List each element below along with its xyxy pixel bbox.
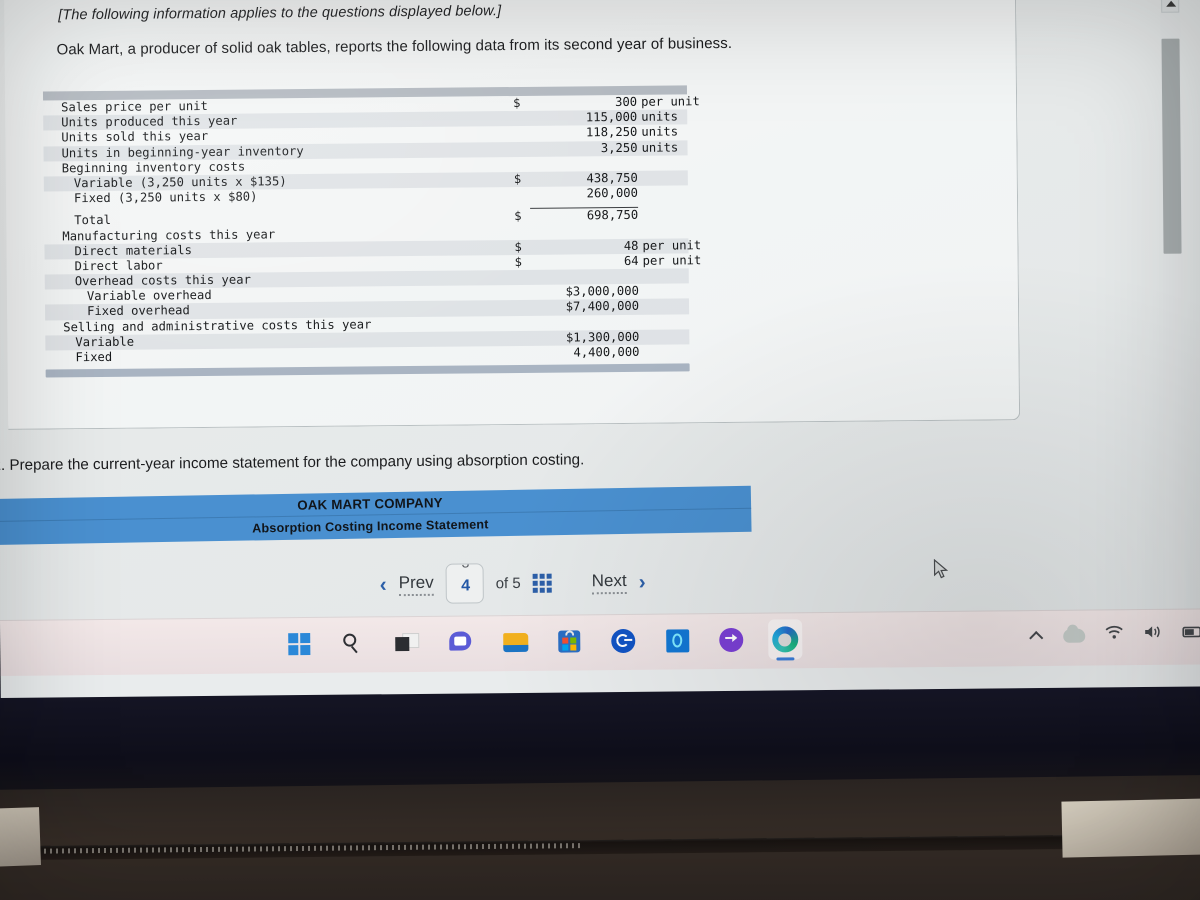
blue-app-icon [665,628,689,653]
question-prompt: 2. Prepare the current-year income state… [0,451,585,475]
table-row-unit: per unit [641,94,700,109]
search-button[interactable] [336,623,370,663]
table-row-label: Overhead costs this year [74,272,251,289]
table-row-value: 698,750 [586,208,639,223]
windows-logo-icon [288,632,311,656]
browser-viewport: [The following information applies to th… [0,0,1200,624]
table-row-currency: $ [513,171,522,186]
system-tray [1030,623,1200,646]
table-row-unit: per unit [642,253,702,268]
cloud-icon[interactable] [1063,628,1086,643]
battery-icon[interactable] [1182,624,1200,643]
table-row-value: $3,000,000 [565,284,639,299]
table-row-currency: $ [514,254,523,269]
table-row-value: 438,750 [586,170,638,186]
table-row-value: 3,250 [600,140,638,155]
table-row-unit: units [641,140,679,155]
chevron-up-icon[interactable] [1030,630,1044,640]
table-row-value: 260,000 [586,185,639,201]
table-row-currency: $ [514,239,522,254]
table-row-label: Direct labor [74,258,163,274]
income-statement-header: OAK MART COMPANY Absorption Costing Inco… [0,485,752,546]
question-intro-text: Oak Mart, a producer of solid oak tables… [56,34,733,59]
outlook-button[interactable] [660,620,694,660]
page-number-previous-digit: 3 [446,563,483,570]
photo-of-laptop-screen: [The following information applies to th… [0,0,1200,900]
chevron-right-icon[interactable]: › [639,570,646,593]
table-row-label: Variable overhead [86,288,212,304]
paper-sheet-left [0,807,41,867]
table-row-label: Total [74,213,111,228]
task-view-icon [395,632,420,653]
table-row-label: Fixed [75,349,113,365]
table-row-value: 4,400,000 [573,344,640,360]
search-icon [342,632,364,654]
page-number-value: 4 [461,577,471,595]
table-row-label: Units sold this year [61,129,209,145]
table-row-value: 64 [623,253,639,268]
table-row-value: $7,400,000 [565,299,640,314]
folder-icon [502,632,528,653]
table-row-label: Variable (3,250 units x $135) [73,174,287,191]
wifi-icon[interactable] [1104,624,1124,645]
table-row-value: 115,000 [585,110,638,125]
table-row-label: Direct materials [74,242,192,258]
task-view-button[interactable] [390,623,424,663]
table-row-label: Sales price per unit [61,98,208,115]
grid-view-icon[interactable] [532,573,552,593]
table-row-currency: $ [513,95,521,111]
table-row-label: Selling and administrative costs this ye… [63,317,372,334]
table-row-label: Manufacturing costs this year [62,226,276,243]
table-row-label: Variable [75,334,135,350]
mouse-cursor [933,558,949,581]
purple-app-button[interactable] [714,620,748,660]
table-rows: Sales price per unit $300 per unit Units pr… [43,94,701,365]
speaker-icon[interactable] [1143,624,1163,645]
applies-to-note: [The following information applies to th… [58,3,502,24]
table-row-label: Fixed overhead [87,303,190,319]
pagination-bar: ‹ Prev 3 4 of 5 Next › [379,556,779,608]
table-row-label: Beginning inventory costs [61,159,246,176]
table-row-currency: $ [514,209,522,224]
page-total-label: of 5 [495,574,521,592]
windows-taskbar [0,608,1200,676]
page-scrollbar-thumb[interactable] [1161,38,1182,254]
next-button[interactable]: Next [591,570,627,594]
scroll-up-button[interactable] [1161,0,1180,13]
table-row-unit: per unit [642,237,702,253]
arrow-circle-icon [719,627,744,653]
chat-button[interactable] [444,622,478,662]
edge-button[interactable] [768,619,803,660]
chat-video-icon [449,631,473,653]
table-row-value: 48 [623,238,639,253]
table-row-label: Units in beginning-year inventory [61,143,304,160]
table-row-unit: units [641,124,679,140]
taskbar-app-group [282,619,803,664]
file-explorer-button[interactable] [498,622,532,662]
cortana-button[interactable] [606,621,640,661]
table-row-label: Units produced this year [61,113,238,130]
chevron-left-icon[interactable]: ‹ [380,573,387,596]
table-row-value: $1,300,000 [565,329,640,345]
exhibit-data-table: Sales price per unit $300 per unit Units pr… [42,85,701,378]
prev-button[interactable]: Prev [398,572,434,596]
table-row-value: 300 [615,94,638,110]
store-icon [558,630,581,653]
paper-sheet-right [1061,798,1200,858]
table-row-label: Fixed (3,250 units x $80) [73,189,258,206]
edge-icon [772,626,799,653]
laptop-screen: [The following information applies to th… [0,0,1200,698]
table-row-unit: units [641,109,678,124]
cortana-icon [611,628,636,654]
table-row-value: 118,250 [585,125,638,140]
page-number-input[interactable]: 3 4 [445,563,484,604]
microsoft-store-button[interactable] [552,621,586,661]
start-button[interactable] [282,624,316,664]
